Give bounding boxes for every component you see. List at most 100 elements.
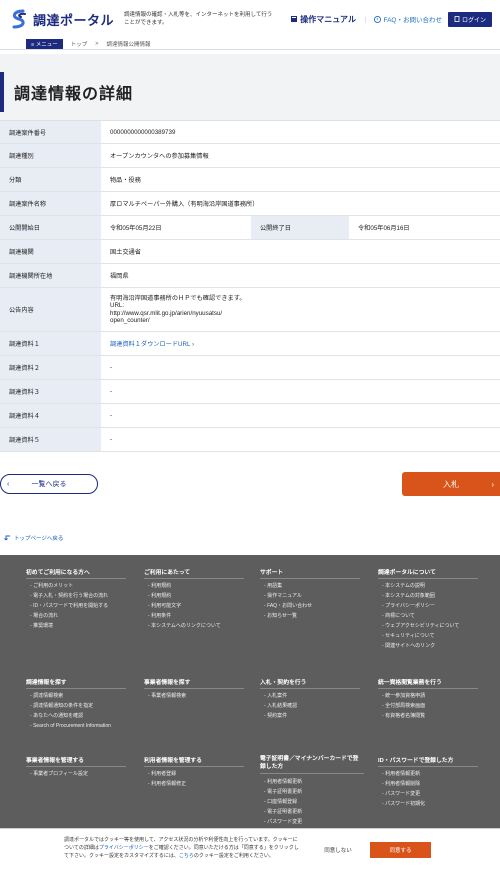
table-row: 調達種別 オープンカウンタへの参加募集情報 bbox=[0, 144, 500, 168]
footer-list: 用語集操作マニュアルFAQ・お問い合わせお知らせ一覧 bbox=[264, 581, 364, 621]
footer-link[interactable]: 利用者登録 bbox=[148, 769, 248, 779]
document-3: - bbox=[110, 388, 113, 395]
breadcrumb-top[interactable]: トップ bbox=[71, 40, 88, 48]
notice-line: 有明海沿岸国道事務所のＨＰでも確認できます。 bbox=[110, 294, 246, 302]
cookie-settings-link[interactable]: こちら bbox=[179, 853, 194, 859]
footer-section-title: 事業者情報を管理する bbox=[26, 755, 126, 767]
row-label: 調達資料５ bbox=[0, 428, 101, 451]
footer-link[interactable]: 入札結果確認 bbox=[264, 701, 364, 711]
footer-link[interactable]: 利用者情報修正 bbox=[148, 779, 248, 789]
footer-link[interactable]: 利用規約 bbox=[148, 581, 253, 591]
footer-link[interactable]: 統一参加資格申請 bbox=[382, 691, 492, 701]
footer-link[interactable]: 事業者プロフィール設定 bbox=[30, 769, 140, 779]
table-row: 調達案件名称 厚ロマルチペーパー外購入（有明海沿岸国道事務所） bbox=[0, 192, 500, 216]
footer-link[interactable]: 電子入札・契約を行う場合の流れ bbox=[30, 591, 140, 601]
footer-link[interactable]: 本システムの説明 bbox=[382, 581, 492, 591]
footer-link[interactable]: 口座情報登録 bbox=[264, 797, 364, 807]
row-label: 分類 bbox=[0, 168, 101, 191]
table-row: 調達資料１ 調達資料１ダウンロードURL › bbox=[0, 332, 500, 356]
header-separator: ｜ bbox=[361, 17, 369, 24]
portal-logo[interactable]: 調達ポータル bbox=[8, 8, 114, 30]
document-1-download-link[interactable]: 調達資料１ダウンロードURL › bbox=[110, 339, 194, 348]
footer-link[interactable]: お知らせ一覧 bbox=[264, 611, 364, 621]
cookie-banner: 調達ポータルではクッキー等を使用して、アクセス状況の分析や利便性向上を行っていま… bbox=[0, 828, 500, 876]
cookie-decline-button[interactable]: 同意しない bbox=[312, 846, 364, 854]
row-label: 調達資料４ bbox=[0, 404, 101, 427]
footer-link[interactable]: 商標について bbox=[382, 611, 492, 621]
row-label: 公開開始日 bbox=[0, 216, 101, 239]
document-1: 調達資料１ダウンロードURL › bbox=[101, 332, 500, 355]
document-5: - bbox=[110, 436, 113, 443]
cookie-message: 調達ポータルではクッキー等を使用して、アクセス状況の分析や利便性向上を行っていま… bbox=[64, 836, 300, 860]
footer-link[interactable]: パスワード変更 bbox=[264, 817, 364, 827]
footer-link[interactable]: セキュリティについて bbox=[382, 631, 492, 641]
footer-link[interactable]: 全付部局検索画面 bbox=[382, 701, 492, 711]
publish-start-date: 令和05年05月22日 bbox=[110, 225, 162, 232]
row-label: 調達種別 bbox=[0, 144, 101, 167]
footer-link[interactable]: 契約案件 bbox=[264, 711, 364, 721]
breadcrumb: ≡ メニュー トップ > 調達情報公開情報 bbox=[0, 38, 500, 50]
faq-label: FAQ・お問い合わせ bbox=[383, 17, 442, 24]
footer-link[interactable]: 調達情報検索 bbox=[30, 691, 140, 701]
footer-list: 利用規約利用規約利用可能文字利用条件本システムへのリンクについて bbox=[148, 581, 253, 631]
footer-list: ご利用のメリット電子入札・契約を行う場合の流れID・パスワードで利用を開始する場… bbox=[30, 581, 140, 631]
bid-label: 入札 bbox=[443, 479, 459, 489]
footer-section-title: 入札・契約を行う bbox=[260, 677, 360, 689]
footer-link[interactable]: 操作マニュアル bbox=[264, 591, 364, 601]
faq-link[interactable]: ? FAQ・お問い合わせ bbox=[374, 14, 442, 24]
footer-link[interactable]: 入札案件 bbox=[264, 691, 364, 701]
cookie-accept-button[interactable]: 同意する bbox=[370, 842, 431, 858]
bid-button[interactable]: 入札 › bbox=[402, 472, 500, 496]
footer-link[interactable]: パスワード初期化 bbox=[382, 799, 492, 809]
action-buttons: ‹ 一覧へ戻る 入札 › bbox=[0, 452, 500, 512]
row-label: 調達資料２ bbox=[0, 356, 101, 379]
footer-section-title: 調達ポータルについて bbox=[378, 567, 478, 579]
back-to-list-button[interactable]: ‹ 一覧へ戻る bbox=[0, 474, 98, 494]
footer-link[interactable]: 関連サイトへのリンク bbox=[382, 641, 492, 651]
footer-link[interactable]: 有資格者名簿閲覧 bbox=[382, 711, 492, 721]
footer-link[interactable]: 推奨環境 bbox=[30, 621, 140, 631]
footer-link[interactable]: 用語集 bbox=[264, 581, 364, 591]
footer-link[interactable]: プライバシーポリシー bbox=[382, 601, 492, 611]
footer-link[interactable]: 場合の流れ bbox=[30, 611, 140, 621]
manual-label: 操作マニュアル bbox=[300, 14, 356, 24]
back-to-top-link[interactable]: トップページへ戻る bbox=[4, 534, 63, 542]
footer-link[interactable]: ID・パスワードで利用を開始する bbox=[30, 601, 140, 611]
page-title: 調達情報の詳細 bbox=[14, 86, 134, 103]
footer-link[interactable]: あなたへの通知を確認 bbox=[30, 711, 140, 721]
login-button[interactable]: ログイン bbox=[447, 11, 492, 27]
footer-link[interactable]: パスワード変更 bbox=[382, 789, 492, 799]
footer-link[interactable]: 電子証明書更新 bbox=[264, 807, 364, 817]
footer-link[interactable]: 本システムの対象範囲 bbox=[382, 591, 492, 601]
privacy-policy-link[interactable]: プライバシーポリシー bbox=[99, 845, 149, 851]
cookie-text-part: のクッキー設定をご利用ください。 bbox=[193, 853, 274, 859]
footer-link[interactable]: 利用条件 bbox=[148, 611, 253, 621]
footer-link[interactable]: 利用規約 bbox=[148, 591, 253, 601]
footer-section-title: ID・パスワードで登録した方 bbox=[378, 755, 478, 767]
case-name: 厚ロマルチペーパー外購入（有明海沿岸国道事務所） bbox=[110, 201, 259, 208]
chevron-right-icon: › bbox=[491, 479, 494, 489]
footer-list: 利用者情報更新電子証明書更新口座情報登録電子証明書更新パスワード変更 bbox=[264, 777, 364, 827]
footer-list: 事業者情報検索 bbox=[148, 691, 248, 701]
row-label: 調達資料３ bbox=[0, 380, 101, 403]
footer-link[interactable]: Search of Procurement Information bbox=[30, 721, 140, 731]
footer-link[interactable]: 本システムへのリンクについて bbox=[148, 621, 253, 631]
menu-label: メニュー bbox=[35, 41, 58, 48]
row-label: 調達資料１ bbox=[0, 332, 101, 355]
footer-section-title: 事業者情報を探す bbox=[144, 677, 244, 689]
manual-link[interactable]: 操作マニュアル bbox=[290, 14, 356, 25]
menu-button[interactable]: ≡ メニュー bbox=[26, 38, 63, 49]
footer-link[interactable]: FAQ・お問い合わせ bbox=[264, 601, 364, 611]
login-label: ログイン bbox=[461, 17, 486, 24]
footer-link[interactable]: 電子証明書更新 bbox=[264, 787, 364, 797]
footer-link[interactable]: 利用者情報更新 bbox=[264, 777, 364, 787]
footer-link[interactable]: ご利用のメリット bbox=[30, 581, 140, 591]
row-label: 調達機関 bbox=[0, 240, 101, 263]
notice-line: URL: bbox=[110, 302, 125, 309]
footer-link[interactable]: ウェブアクセシビリティについて bbox=[382, 621, 492, 631]
footer-link[interactable]: 利用者情報削除 bbox=[382, 779, 492, 789]
footer-link[interactable]: 調達情報通知の条件を指定 bbox=[30, 701, 140, 711]
footer-link[interactable]: 利用可能文字 bbox=[148, 601, 253, 611]
footer-link[interactable]: 事業者情報検索 bbox=[148, 691, 248, 701]
footer-link[interactable]: 利用者情報更新 bbox=[382, 769, 492, 779]
